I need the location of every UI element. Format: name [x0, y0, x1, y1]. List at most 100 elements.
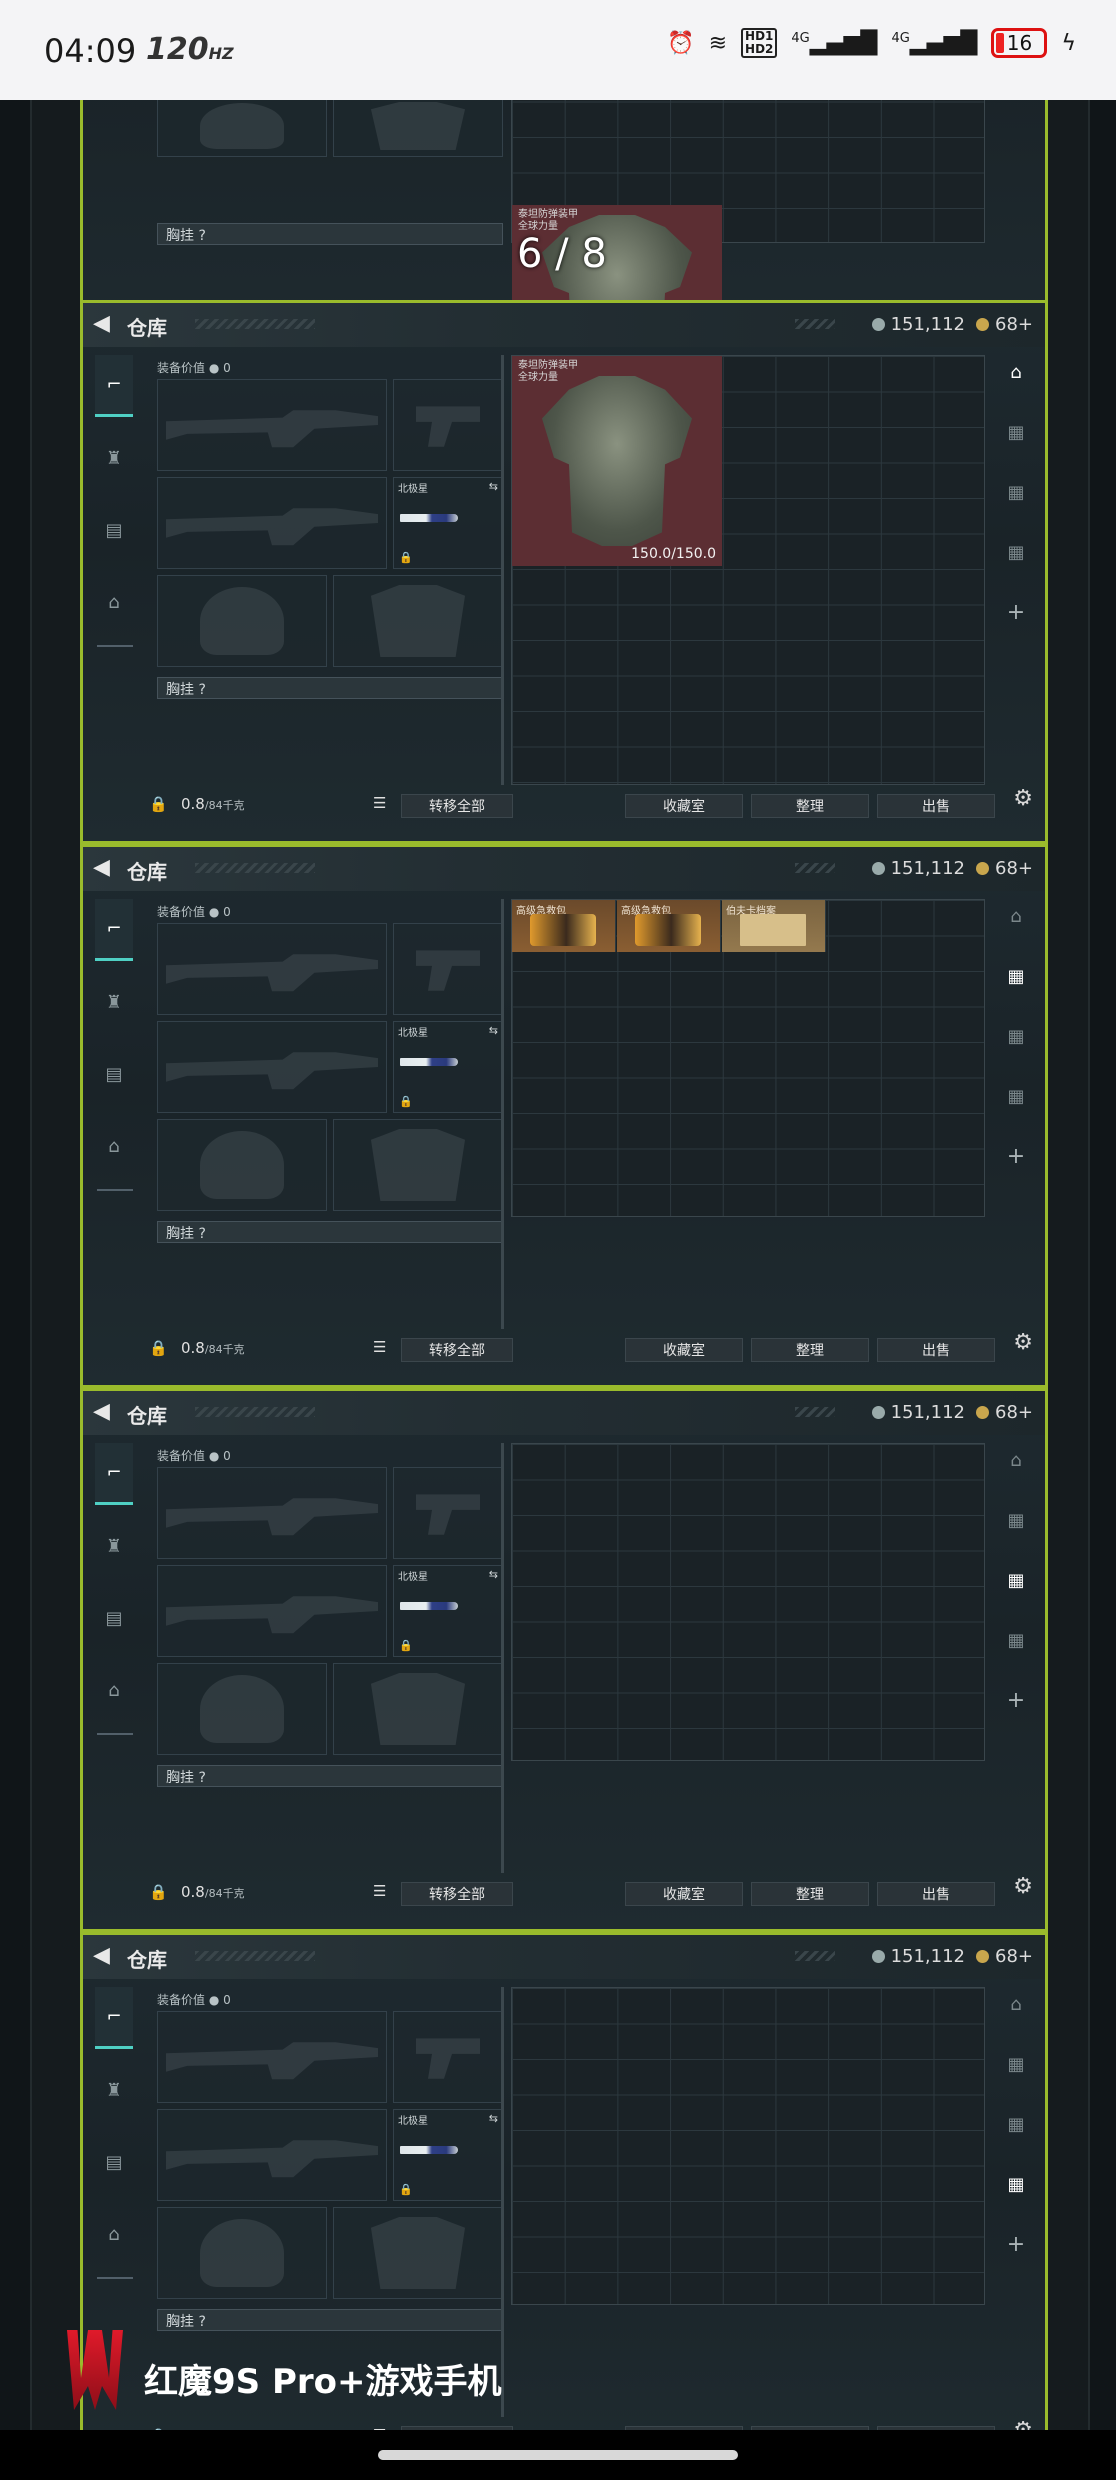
sort-button[interactable]: 整理	[751, 1338, 869, 1362]
slot-melee[interactable]: 北极星 ⇆ 🔒	[393, 1021, 503, 1113]
page2-icon[interactable]: ▦	[997, 475, 1035, 509]
swap-icon[interactable]: ⇆	[489, 2112, 498, 2125]
settings-gear-icon[interactable]: ⚙	[1013, 1874, 1033, 1899]
bonds-readout[interactable]: 68+	[976, 858, 1033, 879]
slot-armor[interactable]	[333, 1119, 503, 1211]
page1-icon[interactable]: ▦	[997, 959, 1035, 993]
collection-button[interactable]: 收藏室	[625, 794, 743, 818]
slot-secondary-weapon[interactable]	[157, 477, 387, 569]
swap-icon[interactable]: ⇆	[489, 1024, 498, 1037]
scrollbar[interactable]	[501, 355, 504, 785]
chest-rig-slot[interactable]: 胸挂 ?	[157, 677, 503, 699]
lock-icon[interactable]: 🔒	[149, 1339, 168, 1357]
loot-item[interactable]: 高级急救包	[512, 900, 616, 952]
back-arrow-icon[interactable]: ◀	[93, 1943, 110, 1968]
page2-icon[interactable]: ▦	[997, 1563, 1035, 1597]
slot-armor[interactable]	[333, 1663, 503, 1755]
scrollbar[interactable]	[501, 899, 504, 1329]
slot-helmet[interactable]	[157, 1663, 327, 1755]
page2-icon[interactable]: ▦	[997, 1019, 1035, 1053]
chest-rig-slot[interactable]: 胸挂 ?	[157, 2309, 503, 2331]
transfer-all-button[interactable]: 转移全部	[401, 1882, 513, 1906]
add-page-icon[interactable]: +	[997, 1139, 1035, 1173]
slot-armor[interactable]	[333, 575, 503, 667]
slot-secondary-weapon[interactable]	[157, 1021, 387, 1113]
list-icon[interactable]: ☰	[373, 794, 386, 812]
tab-case[interactable]: ⌂	[95, 2203, 133, 2265]
slot-armor[interactable]	[333, 100, 503, 157]
tab-armor[interactable]: ▤	[95, 1043, 133, 1105]
stash-grid[interactable]	[511, 1443, 985, 1761]
tab-armor[interactable]: ▤	[95, 499, 133, 561]
add-page-icon[interactable]: +	[997, 595, 1035, 629]
settings-gear-icon[interactable]: ⚙	[1013, 786, 1033, 811]
back-arrow-icon[interactable]: ◀	[93, 855, 110, 880]
page3-icon[interactable]: ▦	[997, 1079, 1035, 1113]
page1-icon[interactable]: ▦	[997, 1503, 1035, 1537]
tab-gear[interactable]: ♜	[95, 1515, 133, 1577]
home-icon[interactable]: ⌂	[997, 355, 1035, 389]
tab-gear[interactable]: ♜	[95, 971, 133, 1033]
slot-melee[interactable]: 北极星 ⇆ 🔒	[393, 477, 503, 569]
slot-melee[interactable]: 北极星 ⇆ 🔒	[393, 2109, 503, 2201]
transfer-all-button[interactable]: 转移全部	[401, 794, 513, 818]
home-icon[interactable]: ⌂	[997, 1443, 1035, 1477]
slot-pistol[interactable]	[393, 379, 503, 471]
slot-melee[interactable]: 北极星 ⇆ 🔒	[393, 1565, 503, 1657]
page2-icon[interactable]: ▦	[997, 2107, 1035, 2141]
bonds-readout[interactable]: 68+	[976, 1946, 1033, 1967]
sort-button[interactable]: 整理	[751, 1882, 869, 1906]
tab-case[interactable]: ⌂	[95, 571, 133, 633]
tab-case[interactable]: ⌂	[95, 1659, 133, 1721]
tab-weapons[interactable]: ⌐	[95, 899, 133, 961]
bonds-readout[interactable]: 68+	[976, 314, 1033, 335]
chest-rig-slot[interactable]: 胸挂 ?	[157, 1765, 503, 1787]
loot-item[interactable]: 高级急救包	[617, 900, 721, 952]
add-page-icon[interactable]: +	[997, 2227, 1035, 2261]
list-icon[interactable]: ☰	[373, 1338, 386, 1356]
slot-primary-weapon[interactable]	[157, 1467, 387, 1559]
slot-pistol[interactable]	[393, 1467, 503, 1559]
page3-icon[interactable]: ▦	[997, 2167, 1035, 2201]
slot-helmet[interactable]	[157, 1119, 327, 1211]
slot-pistol[interactable]	[393, 923, 503, 1015]
stash-grid[interactable]	[511, 1987, 985, 2305]
page3-icon[interactable]: ▦	[997, 535, 1035, 569]
collection-button[interactable]: 收藏室	[625, 1882, 743, 1906]
lock-icon[interactable]: 🔒	[149, 1883, 168, 1901]
tab-weapons[interactable]: ⌐	[95, 1987, 133, 2049]
slot-armor[interactable]	[333, 2207, 503, 2299]
sell-button[interactable]: 出售	[877, 1338, 995, 1362]
sell-button[interactable]: 出售	[877, 1882, 995, 1906]
slot-secondary-weapon[interactable]	[157, 2109, 387, 2201]
bonds-readout[interactable]: 68+	[976, 1402, 1033, 1423]
swap-icon[interactable]: ⇆	[489, 1568, 498, 1581]
add-page-icon[interactable]: +	[997, 1683, 1035, 1717]
back-arrow-icon[interactable]: ◀	[93, 311, 110, 336]
slot-helmet[interactable]	[157, 2207, 327, 2299]
tab-weapons[interactable]: ⌐	[95, 1443, 133, 1505]
home-gesture-bar[interactable]	[378, 2450, 738, 2460]
settings-gear-icon[interactable]: ⚙	[1013, 1330, 1033, 1355]
tab-gear[interactable]: ♜	[95, 427, 133, 489]
settings-gear-icon[interactable]: ⚙	[1013, 2418, 1033, 2430]
slot-helmet[interactable]	[157, 100, 327, 157]
tab-gear[interactable]: ♜	[95, 2059, 133, 2121]
scrollbar[interactable]	[501, 1443, 504, 1873]
armor-item[interactable]: 泰坦防弹装甲 全球力量 150.0/150.0	[512, 356, 722, 566]
back-arrow-icon[interactable]: ◀	[93, 1399, 110, 1424]
collection-button[interactable]: 收藏室	[625, 1338, 743, 1362]
page3-icon[interactable]: ▦	[997, 1623, 1035, 1657]
slot-primary-weapon[interactable]	[157, 2011, 387, 2103]
page1-icon[interactable]: ▦	[997, 2047, 1035, 2081]
transfer-all-button[interactable]: 转移全部	[401, 1338, 513, 1362]
tab-armor[interactable]: ▤	[95, 2131, 133, 2193]
slot-helmet[interactable]	[157, 575, 327, 667]
home-icon[interactable]: ⌂	[997, 1987, 1035, 2021]
tab-armor[interactable]: ▤	[95, 1587, 133, 1649]
swap-icon[interactable]: ⇆	[489, 480, 498, 493]
loot-item[interactable]: 伯夫卡档案	[722, 900, 826, 952]
chest-rig-slot[interactable]: 胸挂 ?	[157, 1221, 503, 1243]
slot-pistol[interactable]	[393, 2011, 503, 2103]
tab-weapons[interactable]: ⌐	[95, 355, 133, 417]
